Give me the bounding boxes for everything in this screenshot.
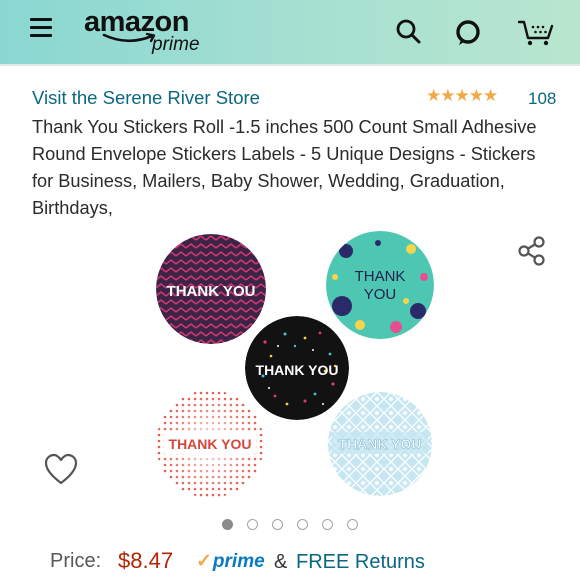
prime-badge: ✓prime	[196, 550, 265, 573]
rating-summary[interactable]: ★★★★★ 108	[426, 86, 557, 109]
star-rating-icon: ★★★★★	[426, 86, 498, 105]
amazon-prime-logo[interactable]: amazon prime	[84, 6, 224, 58]
price-label: Price:	[50, 550, 102, 572]
sticker-purple-chevron: THANK YOU	[156, 234, 266, 344]
pagination-dot-5[interactable]	[322, 519, 333, 530]
pagination-dot-2[interactable]	[247, 519, 258, 530]
pagination-dot-6[interactable]	[347, 519, 358, 530]
logo-prime-text: prime	[152, 34, 200, 55]
product-image[interactable]: THANK YOU THANK YOU THANK YOU THANK YOU …	[150, 226, 440, 508]
ampersand: &	[274, 551, 288, 573]
sticker-text: THANK YOU	[339, 436, 422, 452]
price-value: $8.47	[118, 548, 174, 573]
prime-text: prime	[212, 551, 265, 572]
sticker-text-line2: YOU	[364, 286, 397, 303]
header-divider	[0, 64, 580, 66]
sticker-blue-geometric: THANK YOU	[328, 392, 432, 496]
sticker-text: THANK YOU	[167, 283, 256, 300]
cart-icon[interactable]	[516, 14, 556, 50]
sticker-black-confetti: THANK YOU	[245, 316, 349, 420]
top-nav-bar: amazon prime	[0, 0, 580, 64]
pagination-dot-1[interactable]	[222, 519, 233, 530]
sticker-text-line1: THANK	[355, 268, 406, 285]
sticker-teal-dots: THANK YOU	[326, 231, 434, 339]
sticker-red-halftone: THANK YOU	[156, 390, 264, 498]
pagination-dot-3[interactable]	[272, 519, 283, 530]
store-link[interactable]: Visit the Serene River Store	[32, 87, 260, 109]
search-icon[interactable]	[391, 14, 427, 50]
pagination-dot-4[interactable]	[297, 519, 308, 530]
rating-count: 108	[528, 89, 557, 108]
prime-check-icon: ✓	[196, 551, 212, 572]
share-icon[interactable]	[515, 234, 549, 268]
free-returns-link[interactable]: FREE Returns	[296, 551, 425, 574]
alexa-icon[interactable]	[450, 14, 486, 50]
image-pagination	[222, 519, 372, 535]
product-title: Thank You Stickers Roll -1.5 inches 500 …	[32, 117, 537, 218]
sticker-text: THANK YOU	[256, 362, 339, 378]
price-row: Price: $8.47 ✓prime & FREE Returns	[50, 548, 570, 578]
sticker-text: THANK YOU	[169, 436, 252, 452]
menu-icon[interactable]	[30, 18, 52, 38]
heart-icon[interactable]	[43, 452, 79, 488]
smile-arrow-icon	[102, 32, 156, 43]
